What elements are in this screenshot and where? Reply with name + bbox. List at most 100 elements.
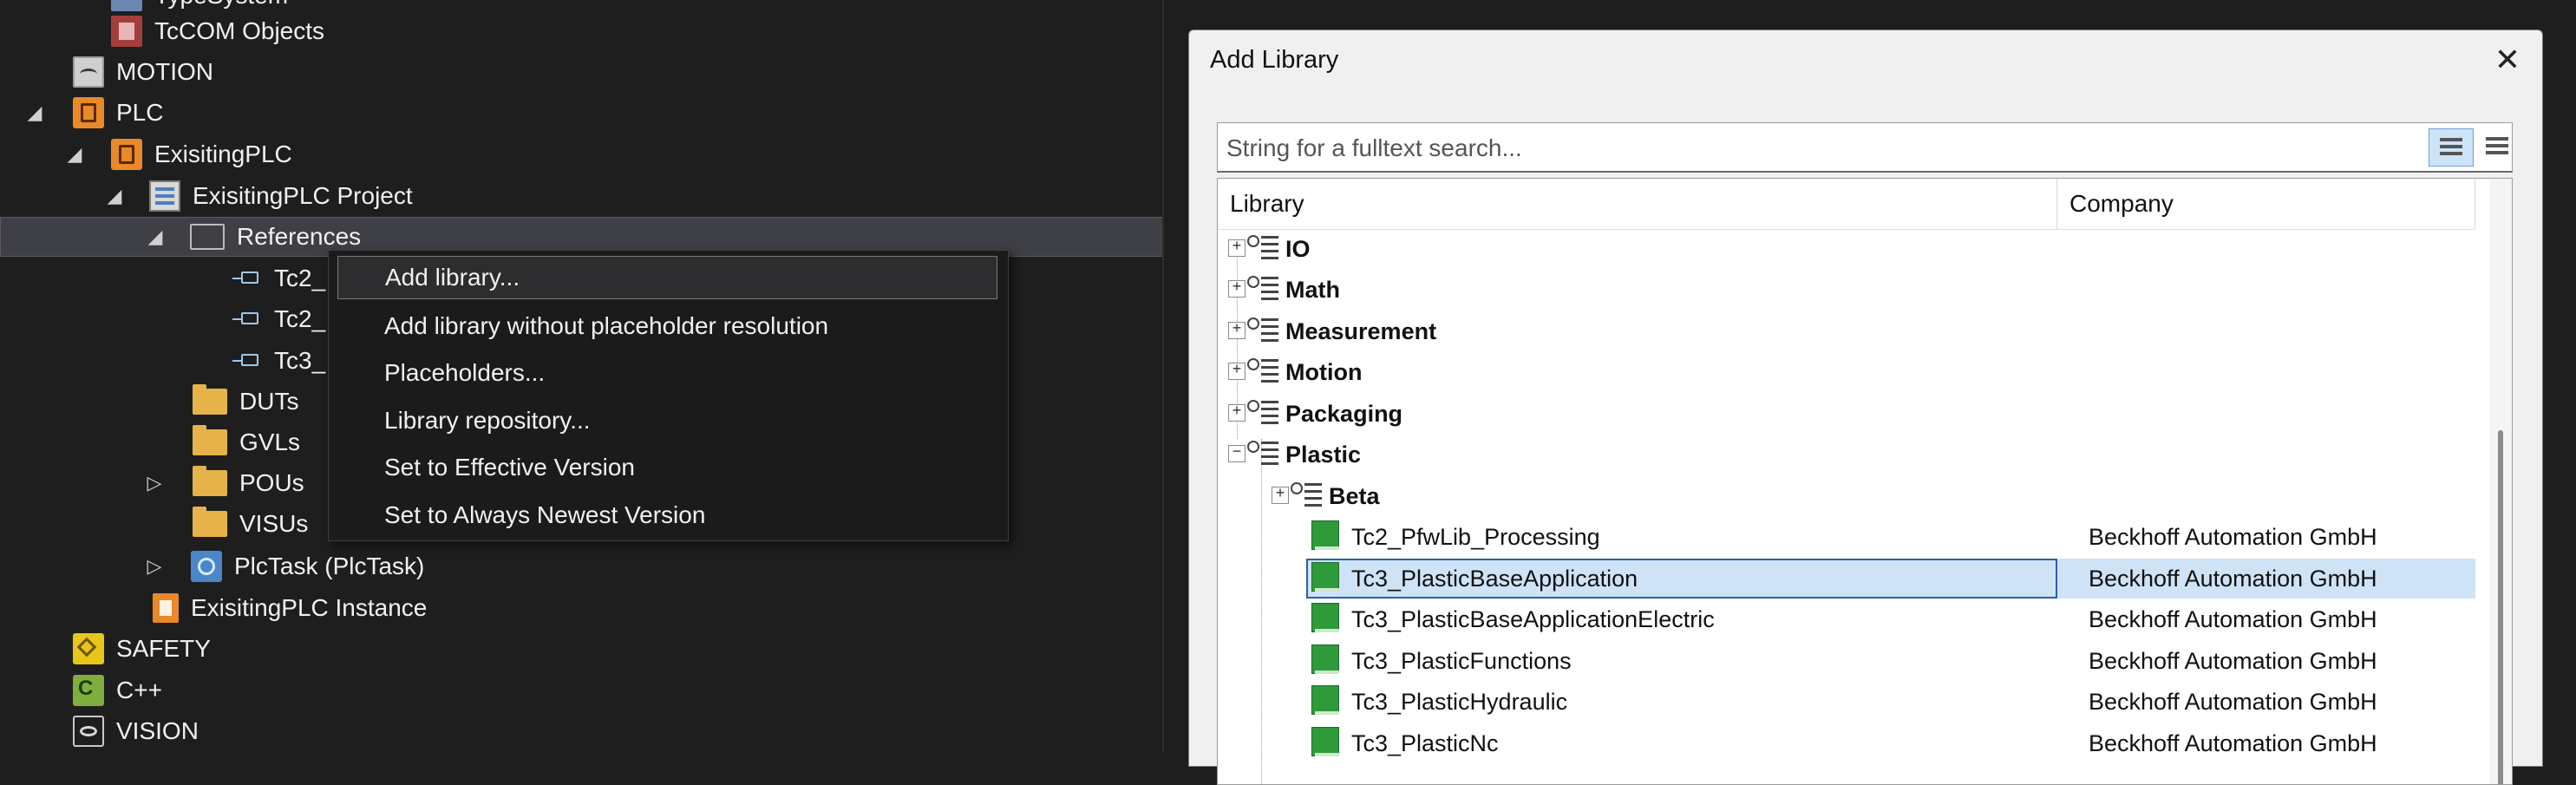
library-name: Tc3_PlasticHydraulic xyxy=(1351,689,1568,715)
library-category-icon xyxy=(1247,397,1280,430)
collapse-arrow-icon[interactable]: ◢ xyxy=(62,142,87,167)
close-icon[interactable]: ✕ xyxy=(2488,41,2527,79)
menu-item-label: Library repository... xyxy=(384,407,591,434)
tree-item-label: SAFETY xyxy=(116,635,211,662)
menu-item-add-library[interactable]: Add library... xyxy=(337,256,997,299)
list-view-icon[interactable] xyxy=(2475,128,2520,167)
column-header-company[interactable]: Company xyxy=(2057,179,2475,229)
library-category-row[interactable]: + Packaging xyxy=(1218,394,2475,434)
category-view-icon[interactable] xyxy=(2429,128,2474,167)
pane-divider[interactable] xyxy=(1162,0,1164,753)
plc-icon xyxy=(73,97,104,128)
tree-item-tccom-objects[interactable]: TcCOM Objects xyxy=(0,11,1275,51)
library-row[interactable]: Tc3_PlasticBaseApplicationElectric Beckh… xyxy=(1218,599,2475,639)
tree-item-motion[interactable]: MOTION xyxy=(0,52,1237,92)
library-category-icon xyxy=(1247,315,1280,348)
library-row-selected[interactable]: Tc3_PlasticBaseApplication Beckhoff Auto… xyxy=(1218,559,2475,599)
expand-icon[interactable]: + xyxy=(1228,404,1246,422)
tree-item-plc[interactable]: ◢ PLC xyxy=(0,93,1187,133)
library-reference-icon xyxy=(232,312,262,326)
vertical-scrollbar[interactable] xyxy=(2489,179,2512,784)
expand-icon[interactable]: + xyxy=(1228,280,1246,298)
library-category-row[interactable]: + Measurement xyxy=(1218,311,2475,351)
column-header-library[interactable]: Library xyxy=(1218,179,2057,229)
fulltext-search-input[interactable] xyxy=(1225,130,2390,167)
library-company: Beckhoff Automation GmbH xyxy=(2089,524,2377,550)
library-category-row[interactable]: + Beta xyxy=(1218,476,2475,516)
tree-item-exisitingplc-instance[interactable]: ExisitingPLC Instance xyxy=(0,588,1317,628)
tree-item-safety[interactable]: SAFETY xyxy=(0,629,1237,669)
menu-item-add-library-without-placeholder[interactable]: Add library without placeholder resoluti… xyxy=(337,304,997,348)
tree-item-label: TcCOM Objects xyxy=(154,17,325,44)
library-company: Beckhoff Automation GmbH xyxy=(2089,730,2377,756)
column-headers: Library Company xyxy=(1218,179,2475,230)
tree-item-label: PLC xyxy=(116,99,164,126)
library-category-row[interactable]: + Motion xyxy=(1218,352,2475,392)
references-folder-icon xyxy=(190,224,225,250)
library-name: Tc3_PlasticBaseApplication xyxy=(1351,566,1638,592)
tree-item-vision[interactable]: VISION xyxy=(0,711,1237,751)
menu-item-set-always-newest-version[interactable]: Set to Always Newest Version xyxy=(337,494,997,537)
category-name: Beta xyxy=(1329,483,1380,509)
search-box xyxy=(1217,122,2513,173)
folder-icon xyxy=(193,507,227,537)
vision-icon xyxy=(73,716,104,747)
library-reference-icon xyxy=(232,271,262,285)
collapse-arrow-icon[interactable]: ◢ xyxy=(23,101,47,125)
expand-icon[interactable]: + xyxy=(1272,487,1289,504)
library-category-row[interactable]: − Plastic xyxy=(1218,435,2475,474)
category-name: Packaging xyxy=(1285,401,1403,427)
safety-icon xyxy=(73,633,104,664)
library-reference-icon xyxy=(232,354,262,368)
library-company: Beckhoff Automation GmbH xyxy=(2089,648,2377,674)
tree-item-exisitingplc[interactable]: ◢ ExisitingPLC xyxy=(0,134,1226,174)
folder-icon xyxy=(193,425,227,455)
category-name: Motion xyxy=(1285,359,1363,385)
menu-item-label: Add library... xyxy=(385,264,520,291)
library-row[interactable]: Tc3_PlasticHydraulic Beckhoff Automation… xyxy=(1218,682,2475,722)
library-category-row[interactable]: + Math xyxy=(1218,270,2475,310)
collapse-arrow-icon[interactable]: ◢ xyxy=(143,225,167,249)
collapse-icon[interactable]: − xyxy=(1228,445,1246,462)
expand-icon[interactable]: + xyxy=(1228,363,1246,380)
plc-project-icon xyxy=(111,139,142,170)
expand-icon[interactable]: + xyxy=(1228,239,1246,257)
library-category-row[interactable]: + IO xyxy=(1218,229,2475,269)
library-company: Beckhoff Automation GmbH xyxy=(2089,566,2377,592)
tree-item-label: VISION xyxy=(116,717,199,744)
collapse-arrow-icon[interactable]: ◢ xyxy=(102,184,127,208)
scrollbar-thumb[interactable] xyxy=(2498,430,2503,784)
library-icon xyxy=(1311,727,1343,758)
library-category-icon xyxy=(1247,273,1280,306)
library-row[interactable]: Tc3_PlasticFunctions Beckhoff Automation… xyxy=(1218,641,2475,681)
library-category-icon xyxy=(1247,356,1280,389)
tree-item-label: VISUs xyxy=(239,510,309,537)
tree-item-label: C++ xyxy=(116,677,162,703)
library-tree-table: Library Company + IO + Math + Measuremen… xyxy=(1217,178,2513,785)
menu-item-set-effective-version[interactable]: Set to Effective Version xyxy=(337,446,997,489)
library-category-icon xyxy=(1247,438,1280,471)
tree-item-plctask[interactable]: ▷ PlcTask (PlcTask) xyxy=(0,546,1306,586)
tree-item-label: GVLs xyxy=(239,428,301,455)
expand-arrow-icon[interactable]: ▷ xyxy=(142,471,167,495)
tree-item-label: ExisitingPLC Project xyxy=(193,182,413,209)
tree-item-label: Tc2_ xyxy=(274,305,326,332)
tree-item-exisitingplc-project[interactable]: ◢ ExisitingPLC Project xyxy=(0,176,1266,216)
library-name: Tc3_PlasticNc xyxy=(1351,730,1499,756)
library-row[interactable]: Tc2_PfwLib_Processing Beckhoff Automatio… xyxy=(1218,517,2475,557)
category-name: Math xyxy=(1285,277,1340,303)
menu-item-label: Set to Effective Version xyxy=(384,454,635,481)
expand-icon[interactable]: + xyxy=(1228,322,1246,339)
references-context-menu: Add library... Add library without place… xyxy=(328,250,1009,541)
tree-item-label: Tc3_ xyxy=(274,347,326,374)
tree-item-cpp[interactable]: C++ xyxy=(0,671,1237,710)
menu-item-label: Set to Always Newest Version xyxy=(384,501,706,528)
expand-arrow-icon[interactable]: ▷ xyxy=(142,554,167,579)
menu-item-library-repository[interactable]: Library repository... xyxy=(337,399,997,442)
dialog-title: Add Library xyxy=(1210,46,1339,74)
plc-project-file-icon xyxy=(149,180,180,212)
menu-item-placeholders[interactable]: Placeholders... xyxy=(337,351,997,395)
library-row[interactable]: Tc3_PlasticNc Beckhoff Automation GmbH xyxy=(1218,723,2475,763)
library-icon xyxy=(1311,644,1343,676)
tree-item-label: PlcTask (PlcTask) xyxy=(234,553,425,579)
